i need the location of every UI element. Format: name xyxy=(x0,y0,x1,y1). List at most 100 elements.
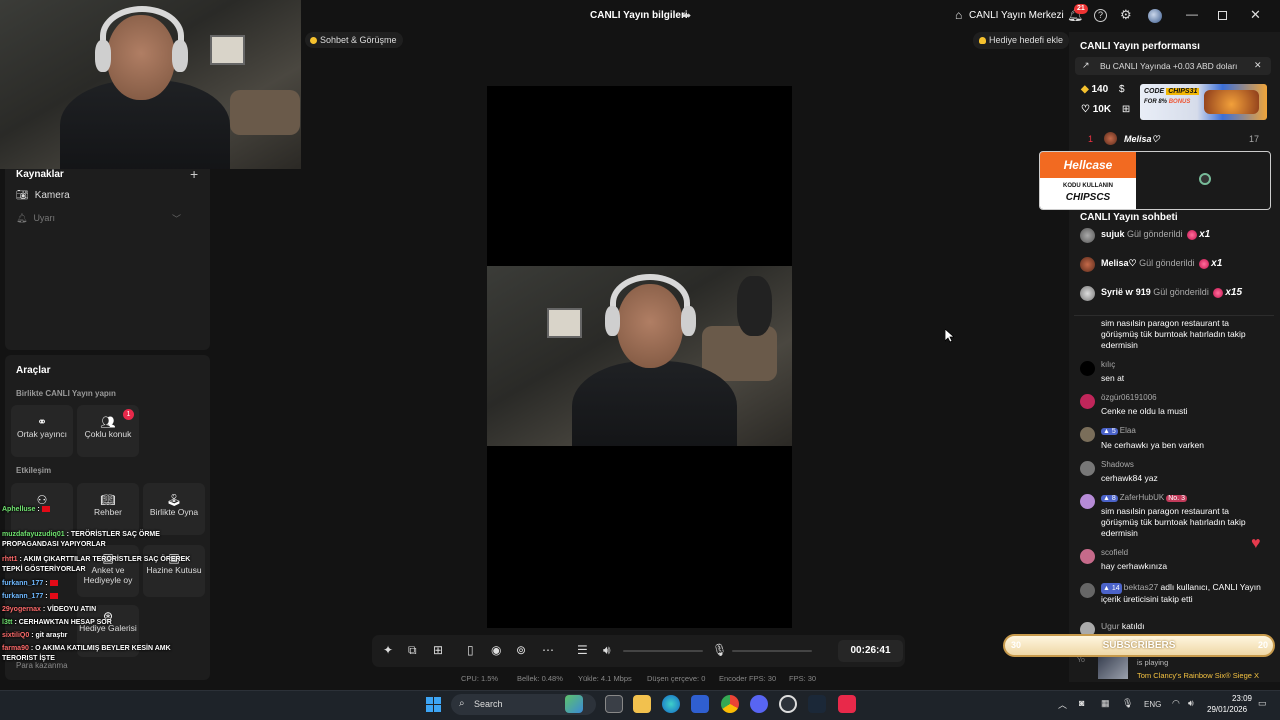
language-indicator[interactable]: ENG xyxy=(1144,700,1161,709)
headset-ear xyxy=(681,306,696,336)
fan-badge: No. 3 xyxy=(1166,495,1187,502)
chat-username[interactable]: kılıç xyxy=(1101,360,1115,369)
search-label: Search xyxy=(474,699,503,709)
gift-goal-chip[interactable]: Hediye hedefi ekle xyxy=(973,32,1070,49)
chat-message: sen at xyxy=(1101,373,1125,383)
overlay-chat-user: l3tt xyxy=(2,619,13,626)
live-chat-title: CANLI Yayın sohbeti xyxy=(1080,212,1178,223)
profile-avatar[interactable] xyxy=(1148,9,1162,23)
discord-tray-icon[interactable]: ◙ xyxy=(1079,698,1084,708)
upload-stat: Yükle: 4.1 Mbps xyxy=(578,674,632,683)
tiktok-live-studio-icon[interactable] xyxy=(838,695,856,713)
overlay-chat-user: sixtiliQ0 xyxy=(2,632,30,639)
headset-ear xyxy=(605,306,620,336)
magic-wand-icon[interactable]: ✦ xyxy=(383,643,393,657)
chips-ad-banner[interactable]: CODE CHIPS31 FOR 8% BONUS xyxy=(1140,84,1267,120)
chevron-down-icon[interactable]: ﹀ xyxy=(172,212,181,225)
gear-icon[interactable]: ⚙ xyxy=(1120,7,1132,23)
discord-icon[interactable] xyxy=(750,695,768,713)
chrome-icon[interactable] xyxy=(721,695,739,713)
maximize-icon[interactable] xyxy=(1218,11,1227,20)
speaker-icon[interactable]: 🔊︎ xyxy=(1188,698,1194,709)
wall-frame xyxy=(210,35,245,65)
chat-call-chip[interactable]: Sohbet & Görüşme xyxy=(305,32,403,48)
chevron-up-icon[interactable]: ︿ xyxy=(1058,698,1067,711)
obs-icon[interactable] xyxy=(779,695,797,713)
camera-source[interactable]: 📷︎ Kamera xyxy=(16,190,70,201)
share-icon[interactable]: ➦ xyxy=(682,9,691,22)
fps-stat: FPS: 30 xyxy=(789,674,817,683)
cohost-button[interactable]: ⚭ Ortak yayıncı xyxy=(11,405,73,457)
dropped-frames-stat: Düşen çerçeve: 0 xyxy=(647,674,706,683)
gift-row: sujuk Gül gönderildi x1 xyxy=(1101,229,1210,240)
clock-time[interactable]: 23:09 xyxy=(1226,694,1252,703)
likes-value: 10K xyxy=(1092,104,1112,115)
alert-source[interactable]: 🔔︎ Uyarı xyxy=(16,213,55,224)
edge-browser-icon[interactable] xyxy=(662,695,680,713)
link-icon: ⚭ xyxy=(36,415,48,429)
help-icon[interactable]: ? xyxy=(1094,9,1107,22)
notification-center-icon[interactable]: ▭ xyxy=(1258,698,1267,709)
screen-share-icon[interactable]: ⧉ xyxy=(408,643,417,658)
headset xyxy=(610,274,690,332)
volume-slider[interactable] xyxy=(623,650,703,652)
windows-start-button[interactable] xyxy=(426,697,441,712)
overlay-chat-text: : CERHAWKTAN HESAP SOR xyxy=(14,619,112,626)
diamonds-value: 140 xyxy=(1091,84,1109,95)
chat-username[interactable]: Ugur katıldı xyxy=(1101,621,1271,632)
gift-sender: sujuk xyxy=(1101,229,1125,239)
alert-label: Uyarı xyxy=(33,213,55,223)
chat-username[interactable]: ▲ 8 ZaferHubUK No. 3 xyxy=(1101,493,1189,502)
chat-username[interactable]: özgür06191006 xyxy=(1101,393,1157,402)
overlay-chat-line: sixtiliQ0 : git araştır xyxy=(2,631,192,641)
task-view-icon[interactable] xyxy=(605,695,623,713)
multi-guest-label: Çoklu konuk xyxy=(84,429,132,439)
volume-icon[interactable]: 🔊︎ xyxy=(603,643,611,658)
home-icon[interactable]: ⌂ xyxy=(955,8,962,22)
loading-spinner-icon xyxy=(1199,173,1211,185)
performance-title: CANLI Yayın performansı xyxy=(1080,41,1200,52)
layout-icon[interactable]: ⊞ xyxy=(433,643,443,657)
chat-username[interactable]: ▲ 5 Elaa xyxy=(1101,426,1136,435)
multi-guest-badge: 1 xyxy=(123,409,134,420)
microphone-icon[interactable]: 🎙︎ xyxy=(1122,698,1133,709)
game-name[interactable]: Tom Clancy's Rainbow Six® Siege X xyxy=(1137,671,1259,680)
level-badge: ▲ 8 xyxy=(1101,495,1118,502)
widgets-app-icon[interactable] xyxy=(565,695,583,713)
rose-icon xyxy=(1213,287,1224,298)
record-icon[interactable]: ◉ xyxy=(491,643,501,657)
minimize-icon[interactable]: — xyxy=(1186,7,1198,21)
overlay-chat-user: muzdafayuzudiq01 xyxy=(2,531,65,538)
stream-info-title[interactable]: CANLI Yayın bilgileri xyxy=(590,10,688,21)
chat-message: cerhawk84 yaz xyxy=(1101,473,1158,483)
camera-icon: 📷︎ xyxy=(16,190,29,201)
overlay-chat-text: : git araştır xyxy=(31,632,68,639)
gift-count: x1 xyxy=(1211,258,1223,269)
effects-icon[interactable]: ⊚ xyxy=(516,643,526,657)
gift-count: x15 xyxy=(1225,287,1243,298)
outlook-icon[interactable] xyxy=(691,695,709,713)
clock-date[interactable]: 29/01/2026 xyxy=(1207,705,1247,714)
mic-slider[interactable] xyxy=(732,650,812,652)
more-icon[interactable]: ⋯ xyxy=(542,643,554,657)
wifi-icon[interactable]: ◠ xyxy=(1172,698,1180,709)
live-center-link[interactable]: CANLI Yayın Merkezi xyxy=(969,10,1064,21)
settings-sliders-icon[interactable]: ☰ xyxy=(577,643,588,657)
overlay-chat-text: : xyxy=(45,580,48,587)
close-icon[interactable]: ✕ xyxy=(1254,60,1262,71)
microphone-icon[interactable]: 🎙︎ xyxy=(712,643,727,657)
file-explorer-icon[interactable] xyxy=(633,695,651,713)
portrait-icon[interactable]: ▯ xyxy=(467,643,474,657)
steam-icon[interactable] xyxy=(808,695,826,713)
chat-username[interactable]: Shadows xyxy=(1101,460,1134,469)
avatar xyxy=(1080,461,1095,476)
rose-icon xyxy=(1199,258,1210,269)
chat-username[interactable]: ▲ 14 bektas27 adlı kullanıcı, CANLI Yayın… xyxy=(1101,582,1271,605)
network-tray-icon[interactable]: ▦ xyxy=(1101,698,1110,709)
overlay-chat-line: furkann_177 : xyxy=(2,579,192,589)
encoder-fps-stat: Encoder FPS: 30 xyxy=(719,674,777,683)
close-icon[interactable]: ✕ xyxy=(1250,7,1261,23)
chat-username[interactable]: scofield xyxy=(1101,548,1128,557)
avatar xyxy=(1080,583,1095,598)
camera-label: Kamera xyxy=(34,190,70,201)
